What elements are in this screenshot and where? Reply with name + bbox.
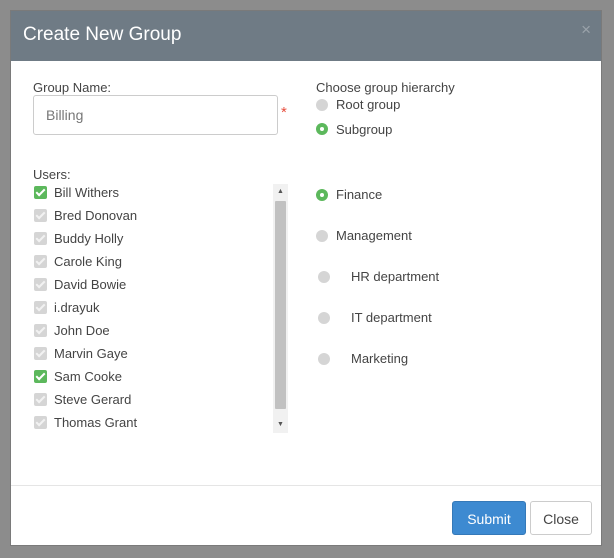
user-name-label: Marvin Gaye [54, 346, 128, 361]
parent-group-label[interactable]: HR department [351, 269, 439, 285]
parent-group-label[interactable]: Management [336, 228, 412, 244]
hierarchy-label: Choose group hierarchy [316, 80, 455, 95]
user-checkbox[interactable] [34, 324, 47, 337]
users-list: Bill Withers Bred Donovan Buddy Holly Carol… [31, 183, 289, 435]
user-list-item[interactable]: John Doe [31, 321, 267, 341]
root-group-label[interactable]: Root group [336, 97, 400, 113]
user-name-label: Bill Withers [54, 185, 120, 200]
parent-group-radio[interactable] [318, 353, 330, 365]
parent-group-radio[interactable] [318, 271, 330, 283]
user-name-label: Steve Gerard [54, 392, 132, 407]
user-checkbox[interactable] [34, 232, 47, 245]
scrollbar-thumb[interactable] [275, 201, 286, 409]
close-icon[interactable]: × [581, 21, 591, 39]
required-asterisk: * [281, 104, 287, 121]
users-label: Users: [33, 167, 71, 182]
user-checkbox[interactable] [34, 209, 47, 222]
user-list-item[interactable]: Carole King [31, 252, 267, 272]
footer-divider [11, 485, 601, 486]
user-checkbox[interactable] [34, 370, 47, 383]
user-name-label: David Bowie [54, 277, 127, 292]
user-list-item[interactable]: Bred Donovan [31, 206, 267, 226]
user-name-label: i.drayuk [54, 300, 100, 315]
parent-group-radio[interactable] [316, 230, 328, 242]
user-checkbox[interactable] [34, 278, 47, 291]
parent-group-label[interactable]: Finance [336, 187, 382, 203]
user-list-item[interactable]: David Bowie [31, 275, 267, 295]
user-name-label: Thomas Grant [54, 415, 138, 430]
dialog-header: Create New Group × [11, 11, 601, 61]
user-list-item[interactable]: Marvin Gaye [31, 344, 267, 364]
root-group-radio[interactable] [316, 99, 328, 111]
user-name-label: Buddy Holly [54, 231, 124, 246]
user-list-item[interactable]: Steve Gerard [31, 390, 267, 410]
group-name-label: Group Name: [33, 80, 112, 95]
user-list-item[interactable]: Buddy Holly [31, 229, 267, 249]
scroll-down-arrow-icon[interactable]: ▼ [273, 417, 288, 433]
user-checkbox[interactable] [34, 301, 47, 314]
user-list-item[interactable]: i.drayuk [31, 298, 267, 318]
user-list-item[interactable]: Bill Withers [31, 183, 267, 203]
users-scrollbar[interactable]: ▲ ▼ [273, 184, 288, 433]
user-name-label: John Doe [54, 323, 110, 338]
dialog-title: Create New Group [23, 24, 182, 45]
subgroup-radio[interactable] [316, 123, 328, 135]
submit-button[interactable]: Submit [452, 501, 526, 535]
group-name-input[interactable] [33, 95, 278, 135]
user-name-label: Sam Cooke [54, 369, 122, 384]
create-group-dialog: Create New Group × Group Name: * Users: … [10, 10, 602, 546]
user-list-item[interactable]: Sam Cooke [31, 367, 267, 387]
user-checkbox[interactable] [34, 393, 47, 406]
close-button[interactable]: Close [530, 501, 592, 535]
user-checkbox[interactable] [34, 255, 47, 268]
user-checkbox[interactable] [34, 416, 47, 429]
parent-group-label[interactable]: IT department [351, 310, 432, 326]
scroll-up-arrow-icon[interactable]: ▲ [273, 184, 288, 200]
user-name-label: Bred Donovan [54, 208, 138, 223]
parent-group-label[interactable]: Marketing [351, 351, 408, 367]
user-list-item[interactable]: Thomas Grant [31, 413, 267, 433]
user-name-label: Carole King [54, 254, 122, 269]
parent-group-radio[interactable] [316, 189, 328, 201]
user-checkbox[interactable] [34, 347, 47, 360]
user-checkbox[interactable] [34, 186, 47, 199]
subgroup-label[interactable]: Subgroup [336, 122, 392, 138]
parent-group-radio[interactable] [318, 312, 330, 324]
